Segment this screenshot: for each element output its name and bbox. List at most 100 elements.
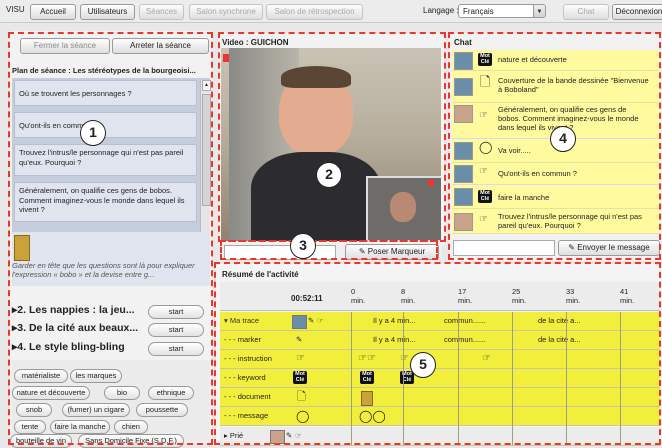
instruction-hand-icon: ☞ [296, 353, 305, 364]
tag[interactable]: faire la manche [50, 420, 110, 434]
keyword-icon: Mot Clé [293, 371, 307, 384]
instruction-hand-icon: ☞☞ [358, 353, 376, 364]
main-video[interactable] [221, 48, 441, 241]
tab-accueil[interactable]: Accueil [30, 4, 76, 20]
chat-title: Chat [454, 38, 472, 47]
scroll-up-icon[interactable]: ▲ [202, 80, 211, 91]
avatar [454, 52, 473, 70]
keyword-icon: Mot Clé [478, 190, 492, 203]
chat-message: Mot Clé nature et découverte [452, 50, 659, 71]
question-item[interactable]: Trouvez l'intrus/le personnage qui n'est… [14, 144, 197, 176]
pencil-icon: ✎ [358, 247, 368, 256]
tick-label: 0 min. [351, 287, 366, 305]
section-title[interactable]: ▸3. De la cité aux beaux... [12, 322, 138, 334]
instruction-hand-icon: ☞ [295, 431, 302, 440]
avatar [292, 315, 307, 329]
instruction-hand-icon: ☞ [479, 214, 488, 225]
tick-label: 33 min. [566, 287, 581, 305]
current-time: 00:52:11 [291, 294, 323, 303]
tag[interactable]: nature et découverte [12, 386, 90, 400]
avatar [454, 142, 473, 160]
pencil-icon: ✎ [308, 316, 315, 325]
tab-salon-retrospection[interactable]: Salon de rétrospection [266, 4, 363, 20]
callout-3: 3 [290, 233, 316, 259]
instruction-text: Garder en tête que les questions sont là… [12, 261, 195, 279]
self-video-preview[interactable] [366, 176, 441, 241]
chat-message: ☞ Trouvez l'intrus/le personnage qui n'e… [452, 209, 659, 234]
question-item[interactable]: Où se trouvent les personnages ? [14, 80, 197, 106]
pencil-icon: ✎ [286, 431, 293, 440]
timeline-header [220, 282, 660, 311]
chat-message: Mot Clé faire la manche [452, 186, 659, 209]
callout-4: 4 [550, 126, 576, 152]
tag[interactable]: poussette [136, 403, 188, 417]
speech-bubble-icon: ◯ [479, 140, 493, 154]
section-title[interactable]: ▸4. Le style bling-bling [12, 341, 125, 353]
top-bar: VISU Accueil Utilisateurs Séances Salon … [0, 0, 662, 23]
avatar [454, 105, 473, 123]
tab-seances[interactable]: Séances [139, 4, 184, 20]
language-select[interactable]: Français ▼ [458, 4, 546, 18]
tab-salon-synchrone[interactable]: Salon synchrone [189, 4, 263, 20]
instruction-hand-icon: ☞ [317, 316, 324, 325]
tag[interactable]: les marques [70, 369, 122, 383]
trace-item[interactable]: de la cité a... [538, 312, 581, 330]
tag[interactable]: snob [16, 403, 52, 417]
tag[interactable]: ethnique [148, 386, 194, 400]
document-thumbnail-icon[interactable] [14, 235, 30, 261]
question-item[interactable]: Généralement, on qualifie ces gens de bo… [14, 182, 197, 222]
send-message-button[interactable]: ✎ Envoyer le message [558, 240, 660, 256]
marker-input[interactable] [224, 245, 336, 260]
chat-button[interactable]: Chat [563, 4, 609, 20]
tick-label: 8 min. [401, 287, 416, 305]
timeline-row-instruction[interactable]: - - - instruction ☞ ☞☞ ☞ ☞ [220, 350, 660, 369]
preview-record-icon [428, 180, 434, 186]
person-hair [281, 66, 351, 88]
marker-item[interactable]: Il y a 4 min... [373, 331, 416, 349]
person-shirt [251, 152, 381, 241]
start-button[interactable]: start [148, 323, 204, 337]
tab-utilisateurs[interactable]: Utilisateurs [80, 4, 135, 20]
tag[interactable]: tente [14, 420, 46, 434]
instruction-hand-icon: ☞ [482, 353, 491, 364]
speech-bubble-icon: ◯◯ [359, 409, 386, 423]
instruction-hand-icon: ☞ [479, 110, 488, 121]
tick-label: 17 min. [458, 287, 473, 305]
timeline-row-message[interactable]: - - - message ◯ ◯◯ [220, 407, 660, 426]
tick-label: 41 min. [620, 287, 635, 305]
scroll-thumb[interactable] [202, 94, 211, 206]
avatar [454, 188, 473, 206]
stop-session-button[interactable]: Arreter la séance [112, 38, 209, 54]
close-session-button[interactable]: Fermer la séance [20, 38, 110, 54]
language-value: Français [463, 7, 494, 16]
chat-message: ☞ Qu'ont-ils en commun ? [452, 163, 659, 185]
start-button[interactable]: start [148, 342, 204, 356]
marker-item[interactable]: de la cité a... [538, 331, 581, 349]
disconnect-button[interactable]: Déconnexion [612, 4, 662, 20]
speech-bubble-icon: ◯ [296, 409, 310, 423]
tag[interactable]: chien [114, 420, 148, 434]
avatar [454, 165, 473, 183]
keyword-icon: Mot Clé [478, 53, 492, 66]
trace-item[interactable]: Il y a 4 min... [373, 312, 416, 330]
marker-item[interactable]: commun...... [444, 331, 485, 349]
timeline-row-prie[interactable]: ▸ Prié ✎ ☞ [220, 427, 660, 446]
chat-input[interactable] [453, 240, 555, 256]
timeline-row-trace[interactable]: ▾ Ma trace ✎ ☞ Il y a 4 min... commun...… [220, 312, 660, 331]
timeline-row-keyword[interactable]: - - - keyword Mot Clé Mot Clé Mot Clé [220, 369, 660, 388]
chevron-down-icon: ▼ [533, 5, 545, 17]
plan-title: Plan de séance : Les stéréotypes de la b… [12, 66, 196, 75]
instruction-hand-icon: ☞ [479, 166, 488, 177]
activity-title: Résumé de l'activité [222, 270, 299, 279]
timeline-row-marker[interactable]: - - - marker ✎ Il y a 4 min... commun...… [220, 331, 660, 350]
section-title[interactable]: ▸2. Les nappies : la jeu... [12, 304, 135, 316]
trace-item[interactable]: commun...... [444, 312, 485, 330]
document-icon: 🗋 [297, 391, 306, 403]
tag[interactable]: bio [104, 386, 140, 400]
place-marker-button[interactable]: ✎ Poser Marqueur [345, 244, 439, 260]
avatar [454, 213, 473, 231]
tag[interactable]: matérialiste [14, 369, 68, 383]
tag[interactable]: (fumer) un cigare [62, 403, 130, 417]
timeline-row-document[interactable]: - - - document 🗋 [220, 388, 660, 407]
start-button[interactable]: start [148, 305, 204, 319]
